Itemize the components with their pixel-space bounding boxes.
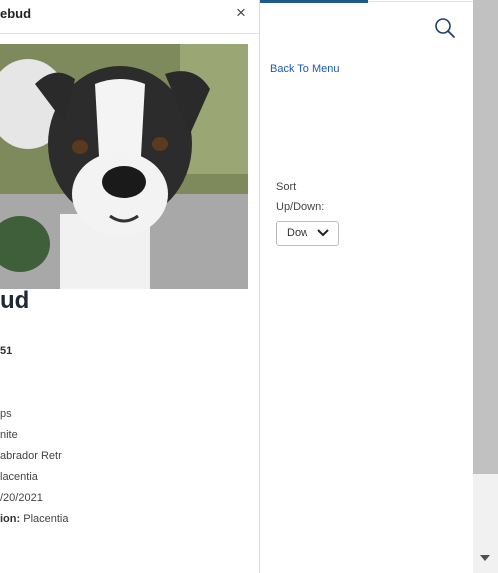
- close-icon[interactable]: ×: [236, 3, 246, 23]
- sort-dropdown[interactable]: Down: [276, 221, 339, 246]
- detail-value: /20/2021: [0, 492, 43, 504]
- detail-row: abrador Retr: [0, 450, 62, 462]
- sort-selected-value: Down: [287, 227, 307, 239]
- scrollbar-thumb[interactable]: [473, 0, 498, 474]
- scrollbar[interactable]: [473, 0, 498, 573]
- pet-id: 51: [0, 345, 13, 357]
- modal-title: ebud: [0, 6, 32, 21]
- active-tab-indicator: [260, 0, 368, 3]
- detail-row: /20/2021: [0, 492, 43, 504]
- sort-label: Sort Up/Down:: [276, 181, 325, 213]
- pet-name: ud: [0, 287, 30, 314]
- detail-row: nite: [0, 429, 18, 441]
- modal-header: ebud ×: [0, 0, 259, 34]
- sidebar: Back To Menu Sort Up/Down: Down: [260, 0, 473, 573]
- detail-value: ps: [0, 408, 12, 420]
- back-to-menu-link[interactable]: Back To Menu: [270, 63, 340, 75]
- detail-value: lacentia: [0, 471, 38, 483]
- detail-value: Placentia: [20, 513, 69, 525]
- detail-value: abrador Retr: [0, 450, 62, 462]
- detail-row: ps: [0, 408, 12, 420]
- detail-value: nite: [0, 429, 18, 441]
- scroll-down-arrow-icon[interactable]: [480, 555, 490, 561]
- detail-label: ion:: [0, 513, 21, 525]
- search-icon[interactable]: [434, 17, 456, 39]
- tab-divider: [368, 1, 473, 2]
- detail-row: lacentia: [0, 471, 38, 483]
- dog-photo-image: [0, 44, 248, 289]
- pet-detail-modal: ebud × ud 51 ps nite abrador Retr lacent…: [0, 0, 260, 573]
- pet-photo: [0, 44, 248, 289]
- detail-row: ion: Placentia: [0, 513, 68, 525]
- chevron-down-icon: [317, 229, 329, 237]
